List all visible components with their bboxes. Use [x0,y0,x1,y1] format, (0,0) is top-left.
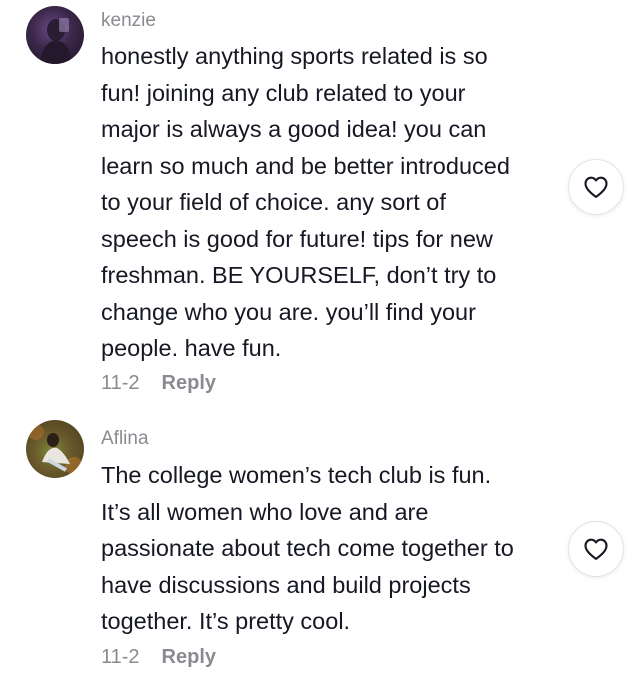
comment-text-line: to your field of choice. any sort of [101,189,446,215]
comment-text-line: learn so much and be better introduced [101,152,510,179]
comment-text-line: freshman. BE YOURSELF, don’t try to [101,262,497,288]
comment-date: 11-2 [101,646,140,668]
username[interactable]: Aflina [101,428,149,450]
comment-text: The college women’s tech club is fun. It… [101,457,556,640]
comment-text-line: major is always a good idea! you can [101,116,487,142]
comment-text-line: change who you are. you’ll find your [101,298,476,325]
avatar[interactable] [26,420,84,478]
username[interactable]: kenzie [101,10,156,32]
like-button[interactable] [568,159,624,215]
like-button[interactable] [568,521,624,577]
comment-meta: 11-2 Reply [101,372,216,395]
reply-button[interactable]: Reply [162,372,216,395]
avatar[interactable] [26,6,84,64]
comment-text-line: It’s all women who love and are [101,498,429,525]
comment-item: kenzie honestly anything sports related … [0,0,640,420]
reply-button[interactable]: Reply [162,646,216,669]
comment-text-line: fun! joining any club related to your [101,79,466,106]
comment-text-line: speech is good for future! tips for new [101,225,493,252]
avatar-image [40,18,72,64]
avatar-image [28,424,83,475]
comment-text-line: The college women’s tech club is fun. [101,462,492,488]
heart-outline-icon [584,538,608,560]
comment-text-line: have discussions and build projects [101,571,471,598]
comment-date: 11-2 [101,372,140,394]
comment-text-line: people. have fun. [101,335,282,361]
comment-text-line: honestly anything sports related is so [101,43,488,69]
heart-outline-icon [584,176,608,198]
comment-text: honestly anything sports related is so f… [101,38,556,367]
comment-text-line: together. It’s pretty cool. [101,608,351,634]
comment-item: Aflina The college women’s tech club is … [0,420,640,687]
comment-text-line: passionate about tech come together to [101,535,514,561]
comment-meta: 11-2 Reply [101,646,216,669]
